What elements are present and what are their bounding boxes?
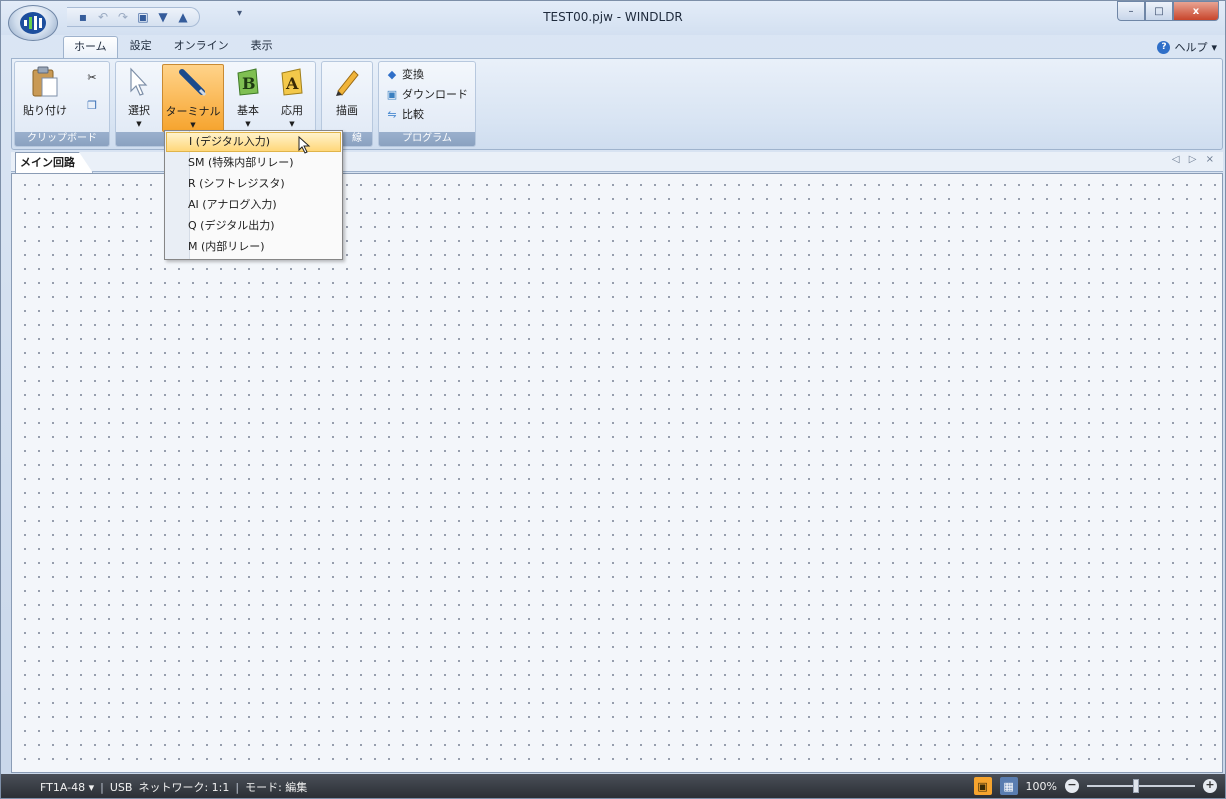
application-window: ▪ ↶ ↷ ▣ ▼ ▲ ▾ TEST00.pjw - WINDLDR – □ x…: [0, 0, 1226, 799]
zoom-slider[interactable]: [1087, 779, 1195, 793]
chevron-down-icon: ▾: [1211, 40, 1217, 54]
paste-button[interactable]: 貼り付け: [19, 64, 71, 132]
tab-online[interactable]: オンライン: [164, 36, 239, 58]
menu-item-analog-input[interactable]: AI (アナログ入力): [165, 194, 342, 215]
plc-model-label: FT1A-48: [40, 780, 86, 794]
chevron-down-icon: ▾: [88, 780, 95, 794]
tab-view[interactable]: 表示: [241, 36, 283, 58]
chevron-down-icon: ▼: [289, 120, 295, 128]
download-icon: ▣: [386, 87, 398, 101]
copy-icon: ❐: [87, 98, 97, 112]
select-label: 選択: [128, 104, 150, 117]
group-label-program: プログラム: [379, 132, 475, 146]
grid-view-icon[interactable]: ▦: [999, 777, 1018, 795]
applied-label: 応用: [281, 104, 303, 117]
help-label: ヘルプ: [1174, 41, 1208, 54]
download-button[interactable]: ▣ ダウンロード: [385, 86, 468, 102]
status-bar: FT1A-48 ▾ | USB ネットワーク: 1:1 | モード: 編集 ▣ …: [1, 774, 1225, 798]
network-label: ネットワーク: 1:1: [138, 781, 230, 794]
chevron-down-icon: ▼: [245, 120, 251, 128]
connection-label: USB: [109, 780, 133, 794]
windldr-logo-icon: [20, 12, 46, 34]
monitor-view-icon[interactable]: ▣: [973, 777, 992, 795]
chevron-down-icon: ▼: [190, 121, 196, 129]
zoom-in-button[interactable]: +: [1203, 779, 1217, 793]
close-button[interactable]: x: [1173, 1, 1219, 21]
group-program: ◆ 変換 ▣ ダウンロード ⇋ 比較 プログラム: [378, 61, 476, 147]
menu-item-digital-input[interactable]: I (デジタル入力): [166, 132, 341, 154]
menu-item-digital-output[interactable]: Q (デジタル出力): [165, 215, 342, 236]
compare-label: 比較: [402, 108, 424, 121]
status-left: FT1A-48 ▾ | USB ネットワーク: 1:1 | モード: 編集: [40, 779, 307, 795]
zoom-level: 100%: [1025, 779, 1057, 793]
menu-item-shift-register[interactable]: R (シフトレジスタ): [165, 173, 342, 194]
draw-label: 描画: [336, 104, 358, 117]
compare-icon: ⇋: [387, 107, 397, 121]
pointer-icon: [123, 66, 155, 98]
tab-settings[interactable]: 設定: [120, 36, 162, 58]
separator: |: [100, 780, 104, 794]
separator: |: [235, 780, 240, 794]
svg-text:B: B: [242, 74, 256, 93]
applied-instruction-icon: A: [276, 66, 308, 98]
group-label-clipboard: クリップボード: [15, 132, 109, 146]
ribbon-tabs: ホーム 設定 オンライン 表示: [63, 36, 283, 58]
mode-label: モード: 編集: [245, 781, 308, 794]
plc-model-selector[interactable]: FT1A-48 ▾: [40, 781, 94, 794]
select-button[interactable]: 選択 ▼: [120, 64, 158, 132]
menu-item-internal-relay[interactable]: M (内部リレー): [165, 236, 342, 257]
menu-item-label: I (デジタル入力): [189, 135, 271, 148]
terminal-dropdown-menu: I (デジタル入力) SM (特殊内部リレー) R (シフトレジスタ) AI (…: [164, 130, 343, 260]
copy-button[interactable]: ❐: [85, 98, 99, 112]
status-right: ▣ ▦ 100% − +: [973, 777, 1217, 795]
convert-icon: ◆: [387, 67, 397, 81]
basic-instruction-icon: B: [232, 66, 264, 98]
minimize-button[interactable]: –: [1117, 1, 1145, 21]
window-title: TEST00.pjw - WINDLDR: [543, 10, 683, 24]
basic-button[interactable]: B 基本 ▼: [228, 64, 268, 132]
tab-home[interactable]: ホーム: [63, 36, 118, 58]
pen-icon: [177, 67, 209, 99]
terminal-button[interactable]: ターミナル ▼: [162, 64, 224, 132]
svg-text:A: A: [285, 74, 299, 93]
window-controls: – □ x: [1117, 1, 1219, 21]
title-bar: ▪ ↶ ↷ ▣ ▼ ▲ ▾ TEST00.pjw - WINDLDR – □ x: [1, 1, 1225, 35]
download-label: ダウンロード: [402, 88, 468, 101]
help-icon: ?: [1157, 40, 1171, 54]
draw-button[interactable]: 描画: [326, 64, 368, 132]
ladder-editor-canvas[interactable]: [11, 173, 1223, 773]
convert-button[interactable]: ◆ 変換: [385, 66, 424, 82]
help-menu[interactable]: ? ヘルプ ▾: [1157, 39, 1217, 55]
document-nav-controls[interactable]: ◁ ▷ ×: [1172, 154, 1217, 165]
maximize-button[interactable]: □: [1145, 1, 1173, 21]
paste-label: 貼り付け: [23, 104, 67, 117]
cut-button[interactable]: ✂: [85, 70, 99, 84]
zoom-out-button[interactable]: −: [1065, 779, 1079, 793]
paste-icon: [29, 66, 61, 98]
zoom-slider-thumb[interactable]: [1133, 779, 1139, 793]
terminal-label: ターミナル: [165, 105, 221, 118]
application-menu-button[interactable]: [8, 5, 58, 41]
convert-label: 変換: [402, 68, 424, 81]
basic-label: 基本: [237, 104, 259, 117]
chevron-down-icon: ▼: [136, 120, 142, 128]
tab-main-circuit[interactable]: メイン回路: [15, 152, 93, 173]
menu-item-special-internal-relay[interactable]: SM (特殊内部リレー): [165, 152, 342, 173]
group-clipboard: 貼り付け ✂ ❐ クリップボード: [14, 61, 110, 147]
applied-button[interactable]: A 応用 ▼: [272, 64, 312, 132]
pencil-icon: [331, 66, 363, 98]
scissors-icon: ✂: [87, 70, 97, 84]
compare-button[interactable]: ⇋ 比較: [385, 106, 424, 122]
